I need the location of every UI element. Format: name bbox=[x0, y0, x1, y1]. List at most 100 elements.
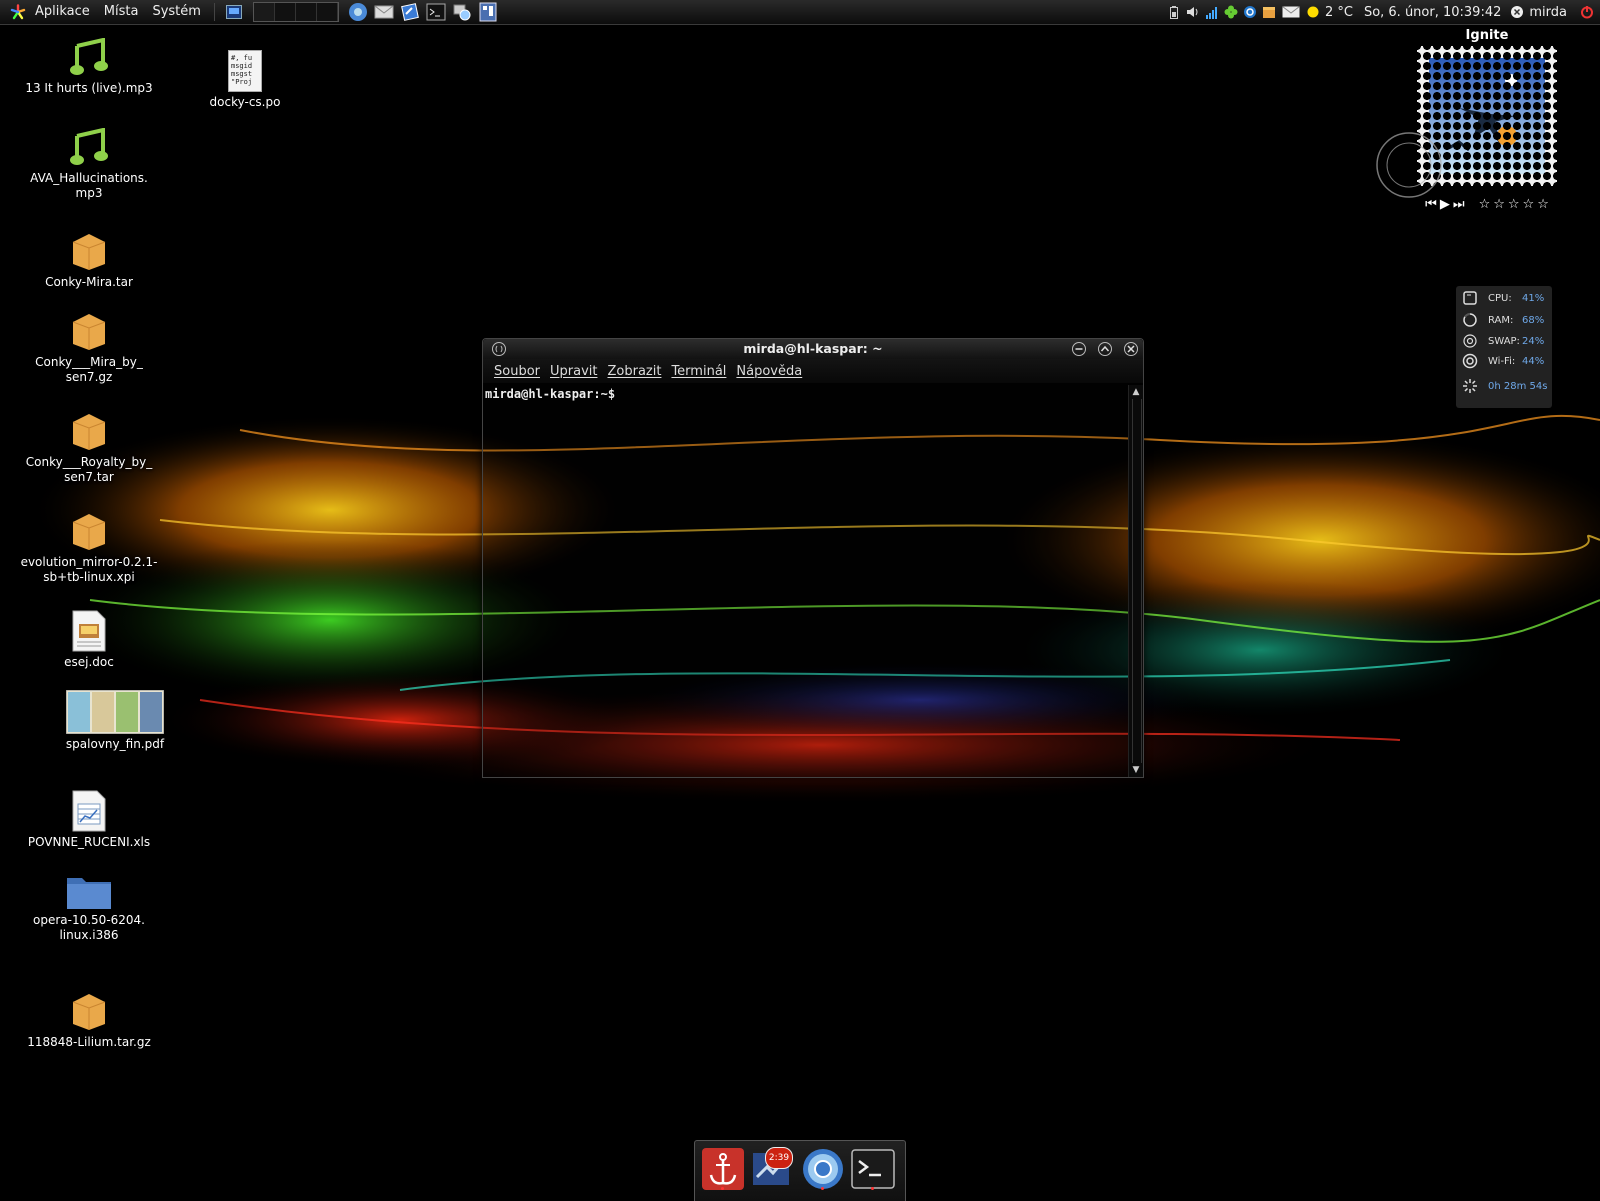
ram-value: 68% bbox=[1522, 314, 1545, 326]
rating-star-icon[interactable]: ☆ bbox=[1537, 197, 1549, 212]
volume-icon[interactable] bbox=[1186, 5, 1200, 19]
terminal-output[interactable]: mirda@hl-kaspar:~$ bbox=[483, 385, 1129, 777]
menu-help[interactable]: Nápověda bbox=[736, 364, 802, 379]
desktop-icon-file[interactable]: POVNNE_RUCENI.xls bbox=[14, 790, 164, 850]
package-icon[interactable] bbox=[1262, 5, 1276, 19]
dock-item-chromium[interactable] bbox=[801, 1147, 845, 1191]
desktop-icon-label: Conky___Mira_by_ sen7.gz bbox=[35, 355, 143, 384]
mail-icon[interactable] bbox=[1281, 5, 1301, 19]
minimize-icon[interactable] bbox=[1071, 341, 1087, 357]
rating-star-icon[interactable]: ☆ bbox=[1523, 197, 1535, 212]
feed-icon[interactable] bbox=[400, 2, 420, 22]
archive-icon bbox=[72, 994, 106, 1030]
terminal-scrollbar[interactable]: ▲ ▼ bbox=[1128, 385, 1143, 777]
po-preview-line: #, fu bbox=[231, 54, 253, 62]
rating-star-icon[interactable]: ☆ bbox=[1493, 197, 1505, 212]
desktop-icon-label: docky-cs.po bbox=[209, 95, 281, 109]
screenshot-icon[interactable] bbox=[478, 2, 498, 22]
power-icon[interactable] bbox=[1580, 5, 1594, 19]
running-indicator bbox=[721, 1187, 724, 1190]
desktop-icon-file[interactable]: esej.doc bbox=[14, 610, 164, 670]
music-file-icon bbox=[70, 38, 108, 75]
workspace-2[interactable] bbox=[274, 3, 296, 21]
user-name[interactable]: mirda bbox=[1529, 5, 1567, 20]
close-icon[interactable] bbox=[1123, 341, 1139, 357]
swap-value: 24% bbox=[1522, 335, 1545, 347]
shell-prompt: mirda@hl-kaspar:~$ bbox=[485, 387, 616, 401]
workspace-3[interactable] bbox=[295, 3, 317, 21]
play-icon[interactable]: ▶ bbox=[1440, 197, 1450, 212]
chromium-icon bbox=[803, 1149, 843, 1189]
battery-icon[interactable] bbox=[1167, 5, 1181, 19]
desktop-icon-file[interactable]: Conky___Royalty_by_ sen7.tar bbox=[14, 410, 164, 485]
user-x-icon[interactable] bbox=[1510, 5, 1524, 19]
applications-menu-icon[interactable] bbox=[10, 4, 26, 20]
chromium-icon[interactable] bbox=[348, 2, 368, 22]
desktop-icon-file[interactable]: Conky-Mira.tar bbox=[14, 230, 164, 290]
previous-track-icon[interactable]: ⏮ bbox=[1425, 197, 1437, 212]
ram-label: RAM: bbox=[1488, 314, 1514, 326]
menu-system[interactable]: Systém bbox=[145, 0, 207, 24]
workspace-switcher[interactable] bbox=[252, 2, 339, 22]
window-menu-icon[interactable] bbox=[491, 341, 507, 357]
desktop-icon-file[interactable]: #, fu msgid msgst "Proj docky-cs.po bbox=[170, 50, 320, 110]
network-icon[interactable] bbox=[452, 2, 472, 22]
desktop-icon-label: esej.doc bbox=[64, 655, 114, 669]
desktop-icon-label: spalovny_fin.pdf bbox=[65, 737, 165, 751]
workspace-1[interactable] bbox=[253, 3, 275, 21]
show-desktop-icon[interactable] bbox=[224, 2, 244, 22]
menu-places[interactable]: Místa bbox=[97, 0, 146, 24]
dock-item-anchor[interactable] bbox=[701, 1147, 745, 1191]
desktop-icon-file[interactable]: spalovny_fin.pdf bbox=[40, 690, 190, 752]
signal-icon[interactable] bbox=[1205, 5, 1219, 19]
terminal-icon[interactable] bbox=[426, 2, 446, 22]
desktop-icon-file[interactable]: 118848-Lilium.tar.gz bbox=[14, 990, 164, 1050]
folder-icon bbox=[67, 878, 111, 909]
terminal-window[interactable]: mirda@hl-kaspar: ~ Soubor Upravit Zobraz… bbox=[482, 338, 1144, 778]
workspace-4[interactable] bbox=[316, 3, 338, 21]
clock[interactable]: So, 6. únor, 10:39:42 bbox=[1364, 5, 1501, 20]
menu-view[interactable]: Zobrazit bbox=[607, 364, 661, 379]
rating-star-icon[interactable]: ☆ bbox=[1479, 197, 1491, 212]
terminal-title: mirda@hl-kaspar: ~ bbox=[743, 341, 883, 356]
music-player-widget: Ignite ⏮ ▶ ⏭ ☆ ☆ ☆ ☆ ☆ bbox=[1376, 28, 1572, 218]
ram-icon bbox=[1463, 313, 1477, 327]
archive-icon bbox=[72, 234, 106, 270]
scroll-down-icon[interactable]: ▼ bbox=[1131, 765, 1141, 775]
desktop-icon-folder[interactable]: opera-10.50-6204. linux.i386 bbox=[14, 874, 164, 943]
swap-row: SWAP: 24% bbox=[1462, 333, 1544, 349]
terminal-titlebar[interactable]: mirda@hl-kaspar: ~ bbox=[483, 339, 1143, 359]
clover-icon[interactable] bbox=[1224, 5, 1238, 19]
desktop-icon-label: AVA_Hallucinations. mp3 bbox=[30, 171, 148, 200]
menu-terminal[interactable]: Terminál bbox=[671, 364, 726, 379]
maximize-icon[interactable] bbox=[1097, 341, 1113, 357]
wifi-icon bbox=[1462, 353, 1478, 369]
swap-icon bbox=[1463, 334, 1477, 348]
desktop-icon-label: Conky-Mira.tar bbox=[45, 275, 133, 289]
menu-applications[interactable]: Aplikace bbox=[28, 0, 97, 24]
archive-icon bbox=[72, 514, 106, 550]
wifi-label: Wi-Fi: bbox=[1488, 355, 1516, 367]
panel-separator bbox=[213, 3, 215, 21]
album-art bbox=[1429, 58, 1545, 174]
system-monitor-widget: CPU: 41% RAM: 68% SWAP: 24% Wi-Fi: 44% 0… bbox=[1456, 286, 1552, 408]
sun-icon bbox=[1306, 5, 1320, 19]
terminal-icon bbox=[851, 1149, 895, 1189]
weather-temperature[interactable]: 2 °C bbox=[1325, 5, 1353, 20]
wifi-value: 44% bbox=[1522, 355, 1545, 367]
menu-edit[interactable]: Upravit bbox=[550, 364, 597, 379]
cpu-icon bbox=[1463, 291, 1477, 305]
scrollbar-thumb[interactable] bbox=[1132, 399, 1142, 763]
desktop-icon-file[interactable]: evolution_mirror-0.2.1- sb+tb-linux.xpi bbox=[14, 510, 164, 585]
rating-star-icon[interactable]: ☆ bbox=[1508, 197, 1520, 212]
menu-file[interactable]: Soubor bbox=[494, 364, 540, 379]
mail-icon[interactable] bbox=[374, 2, 394, 22]
cpu-value: 41% bbox=[1522, 292, 1545, 304]
next-track-icon[interactable]: ⏭ bbox=[1453, 197, 1465, 212]
desktop-icon-file[interactable]: 13 It hurts (live).mp3 bbox=[14, 38, 164, 96]
desktop-icon-file[interactable]: AVA_Hallucinations. mp3 bbox=[14, 128, 164, 201]
dock-item-terminal[interactable] bbox=[851, 1147, 895, 1191]
desktop-icon-file[interactable]: Conky___Mira_by_ sen7.gz bbox=[14, 310, 164, 385]
scroll-up-icon[interactable]: ▲ bbox=[1131, 387, 1141, 397]
sync-icon[interactable] bbox=[1243, 5, 1257, 19]
